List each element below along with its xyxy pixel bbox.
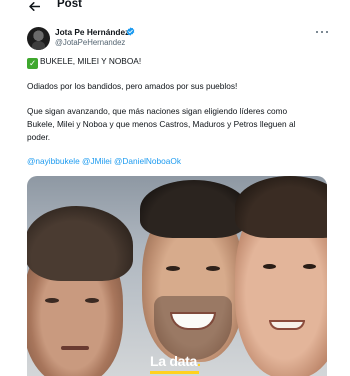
post-headline: ✓ BUKELE, MILEI Y NOBOA! (27, 55, 141, 69)
watermark-dot: . (196, 353, 201, 369)
watermark-underline (150, 371, 199, 374)
mention-link[interactable]: @nayibbukele (27, 156, 80, 166)
arrow-left-icon (28, 1, 40, 11)
post-text-line: Que sigan avanzando, que más naciones si… (27, 106, 288, 116)
portrait-left (27, 206, 133, 376)
author-handle[interactable]: @JotaPeHernandez (55, 38, 125, 47)
watermark-logo: La data. (146, 350, 205, 372)
author-name[interactable]: Jota Pe Hernández (55, 27, 129, 37)
post-text-line: Odiados por los bandidos, pero amados po… (27, 81, 238, 91)
mentions: @nayibbukele @JMilei @DanielNoboaOk (27, 155, 181, 168)
portrait-right (235, 176, 327, 376)
check-mark-icon: ✓ (27, 58, 38, 69)
page-title: Post (57, 0, 82, 10)
back-button[interactable] (27, 0, 41, 12)
verified-badge-icon (126, 27, 135, 36)
post-text-line: Bukele, Milei y Noboa y que menos Castro… (27, 119, 296, 129)
watermark-main: data (169, 353, 197, 369)
post-image[interactable]: La data. (27, 176, 327, 376)
mention-link[interactable]: @JMilei (82, 156, 112, 166)
more-options-button[interactable] (316, 27, 328, 37)
post-headline-text: BUKELE, MILEI Y NOBOA! (40, 56, 142, 66)
avatar[interactable] (27, 27, 50, 50)
watermark-pre: La (150, 353, 166, 369)
portrait-center (140, 180, 248, 362)
mention-link[interactable]: @DanielNoboaOk (114, 156, 181, 166)
post-text-line: poder. (27, 132, 51, 142)
top-bar: Post (0, 0, 350, 14)
